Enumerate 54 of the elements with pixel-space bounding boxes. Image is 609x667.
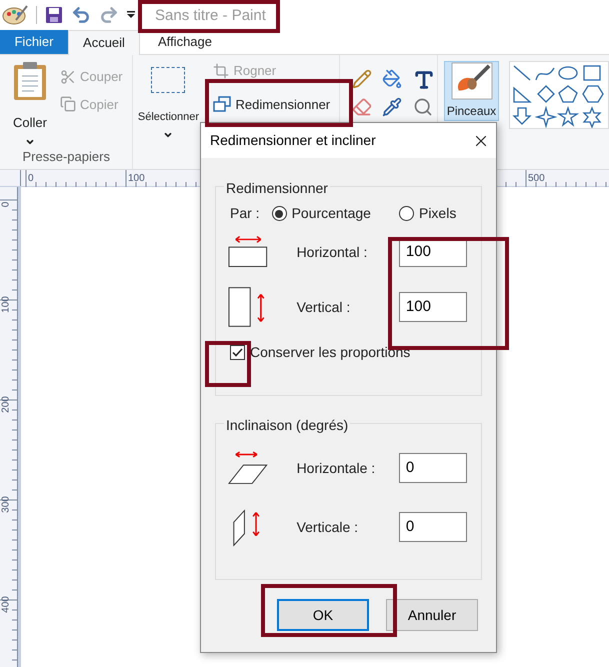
- ribbon-tab[interactable]: Accueil: [68, 30, 140, 55]
- undo-icon[interactable]: [71, 5, 91, 25]
- paint-bucket-icon[interactable]: [382, 69, 402, 89]
- text-tool-icon[interactable]: [412, 69, 435, 91]
- highlight-frame: [205, 341, 251, 387]
- ruler-label: 100: [0, 295, 12, 314]
- pencil-icon[interactable]: [352, 69, 372, 89]
- radio-button[interactable]: [398, 206, 414, 221]
- field-label: Verticale :: [296, 518, 360, 536]
- resize-button[interactable]: Redimensionner: [213, 94, 330, 114]
- skew-horizontal-icon: [228, 451, 269, 485]
- checkbox[interactable]: [230, 345, 245, 360]
- ruler-label: 100: [128, 172, 145, 186]
- ruler-label: 400: [0, 595, 12, 614]
- dialog-button[interactable]: OK: [277, 599, 369, 631]
- select-button[interactable]: Sélectionner: [137, 61, 200, 169]
- resize-icon: [213, 96, 232, 112]
- width-icon: [228, 235, 269, 269]
- brushes-button[interactable]: Pinceaux: [444, 61, 499, 121]
- palette-icon: [2, 4, 28, 26]
- radio-option[interactable]: Pourcentage: [272, 203, 371, 224]
- eraser-icon[interactable]: [352, 97, 372, 117]
- group-label: Presse-papiers: [22, 148, 111, 166]
- input-field[interactable]: 0: [398, 512, 467, 542]
- copy-icon: [60, 96, 76, 112]
- input-field[interactable]: 100: [398, 292, 467, 322]
- field-label: Horizontal :: [296, 242, 368, 262]
- dialog-button[interactable]: Annuler: [386, 599, 478, 631]
- field-label: Vertical :: [296, 298, 352, 316]
- selection-icon: [151, 67, 186, 93]
- keep-ratio-checkbox[interactable]: Conserver les proportions: [230, 342, 467, 363]
- brush-icon: [450, 62, 494, 100]
- file-menu-button[interactable]: Fichier: [0, 30, 68, 54]
- input-field[interactable]: 0: [398, 453, 467, 483]
- ruler-label: 300: [0, 495, 12, 514]
- ruler-label: 0: [28, 172, 34, 186]
- scissors-icon: [60, 68, 76, 85]
- color-picker-icon[interactable]: [382, 97, 402, 117]
- dialog-title: Redimensionner et incliner: [210, 131, 376, 150]
- field-label: Par :: [230, 204, 260, 223]
- window-title: Sans titre - Paint: [155, 8, 266, 22]
- paste-button[interactable]: Coller: [0, 61, 60, 146]
- save-icon[interactable]: [45, 6, 63, 24]
- radio-button[interactable]: [272, 206, 287, 221]
- ruler-label: 500: [528, 172, 545, 186]
- ruler-label: 0: [0, 200, 12, 210]
- field-label: Horizontale :: [296, 458, 376, 478]
- radio-option[interactable]: Pixels: [398, 203, 456, 224]
- check-icon: [232, 348, 243, 357]
- dropdown-icon[interactable]: [127, 11, 135, 19]
- magnifier-icon[interactable]: [412, 97, 433, 117]
- clipboard-icon: [12, 61, 48, 101]
- ruler-label: 200: [0, 395, 12, 414]
- crop-icon: [213, 62, 230, 79]
